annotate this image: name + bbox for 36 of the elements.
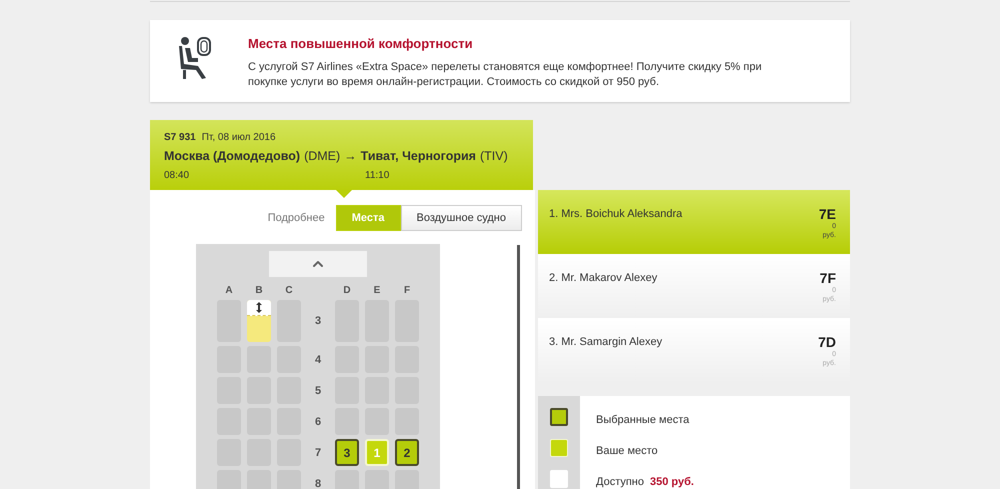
legend-label: Доступно 350 руб. (596, 476, 694, 488)
seat-number: 7F (820, 270, 836, 286)
passenger-name: 2. Mr. Makarov Alexey (549, 272, 658, 286)
seat[interactable]: 3 (335, 439, 359, 466)
details-link[interactable]: Подробнее (268, 212, 325, 224)
banner-title: Места повышенной комфортности (248, 36, 474, 51)
airport-code: (DME) (304, 149, 340, 163)
row-number: 4 (314, 354, 322, 366)
column-letter: D (342, 285, 352, 296)
column-letter: C (284, 285, 294, 296)
row-number: 6 (314, 416, 322, 428)
column-letter: A (224, 285, 234, 296)
flight-date: Пт, 08 июл 2016 (202, 132, 276, 143)
arrival-city: Тиват, Черногория (360, 149, 476, 163)
seat-number: 7E (818, 206, 836, 222)
passenger-name: 1. Mrs. Boichuk Aleksandra (549, 208, 682, 222)
row-number: 7 (314, 446, 322, 458)
departure-time: 08:40 (164, 170, 190, 181)
tab[interactable]: Воздушное судно (400, 205, 522, 231)
departure-city: Москва (Домодедово) (164, 149, 300, 163)
route-arrow: → (344, 149, 357, 163)
column-letter: B (254, 285, 264, 296)
column-letter: E (372, 285, 382, 296)
column-letter: F (402, 285, 412, 296)
row-number: 3 (314, 315, 322, 327)
seat-number: 7D (818, 334, 836, 350)
legend-label: Ваше место (596, 445, 659, 457)
row-number: 5 (314, 384, 322, 396)
flight-number: S7 931 (164, 132, 196, 143)
passenger-name: 3. Mr. Samargin Alexey (549, 336, 662, 350)
airport-code: (TIV) (480, 149, 508, 163)
arrival-time: 11:10 (365, 170, 390, 181)
row-number: 8 (314, 478, 322, 489)
banner-text: С услугой S7 Airlines «Extra Space» перелеты становятся еще комфортнее! Получите скидку 5% при покупке услуги во время онлайн-регистрации. Стоимость со скидкой от 950 руб. (248, 60, 763, 90)
seat[interactable]: 2 (395, 439, 419, 466)
legend-label: Выбранные места (596, 414, 690, 426)
